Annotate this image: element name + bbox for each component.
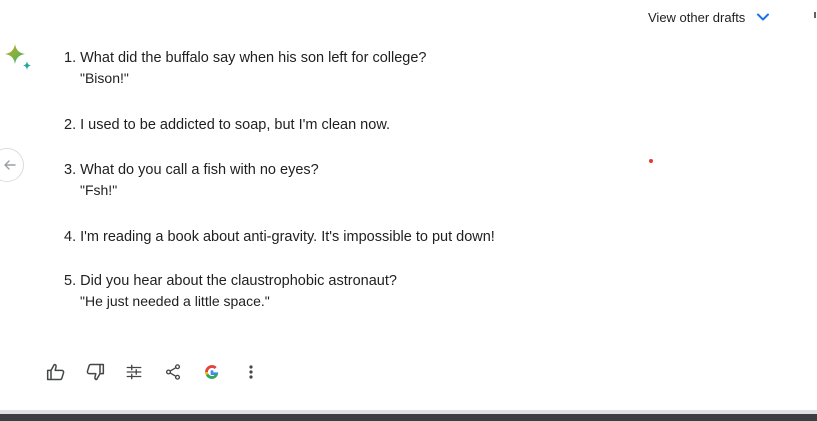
item-number: 4. [64, 229, 77, 245]
thumb-up-icon [46, 363, 65, 381]
joke-text: I'm reading a book about anti-gravity. I… [80, 229, 495, 245]
joke-text: What did the buffalo say when his son le… [80, 50, 427, 66]
punchline-text: "Fsh!" [80, 182, 118, 198]
thumb-down-icon [86, 363, 105, 381]
google-it-button[interactable] [200, 360, 224, 384]
arrow-left-icon [4, 160, 16, 170]
list-item: 2. I used to be addicted to soap, but I'… [64, 115, 390, 135]
red-dot-marker [649, 159, 653, 163]
list-item: 5. Did you hear about the claustrophobic… [64, 271, 397, 311]
gemini-sparkle-icon [5, 44, 31, 70]
chevron-down-icon [757, 13, 770, 21]
modify-response-icon [126, 364, 142, 380]
list-item: 1. What did the buffalo say when his son… [64, 48, 426, 88]
punchline-text: "He just needed a little space." [80, 293, 270, 309]
back-arrow-button[interactable] [0, 148, 24, 182]
more-options-button[interactable] [239, 360, 263, 384]
modify-response-button[interactable] [122, 360, 146, 384]
list-item: 4. I'm reading a book about anti-gravity… [64, 227, 495, 247]
punchline-text: "Bison!" [80, 70, 129, 86]
joke-text: What do you call a fish with no eyes? [80, 162, 319, 178]
share-icon [165, 364, 181, 380]
joke-text: Did you hear about the claustrophobic as… [80, 273, 397, 289]
share-button[interactable] [161, 360, 185, 384]
joke-text: I used to be addicted to soap, but I'm c… [80, 117, 391, 133]
item-number: 1. [64, 50, 77, 66]
response-actions-toolbar [44, 358, 278, 386]
item-number: 5. [64, 273, 77, 289]
more-options-icon [249, 365, 253, 379]
bottom-dark-strip [0, 414, 817, 421]
google-it-icon [205, 365, 219, 379]
view-other-drafts-button[interactable]: View other drafts [648, 9, 771, 25]
view-drafts-label: View other drafts [648, 9, 746, 25]
list-item: 3. What do you call a fish with no eyes?… [64, 160, 319, 200]
thumb-up-button[interactable] [44, 360, 68, 384]
item-number: 2. [64, 117, 77, 133]
item-number: 3. [64, 162, 77, 178]
thumb-down-button[interactable] [83, 360, 107, 384]
response-page: View other drafts 1. What did the buffal… [0, 0, 817, 421]
overflow-edge-mark [814, 12, 816, 18]
